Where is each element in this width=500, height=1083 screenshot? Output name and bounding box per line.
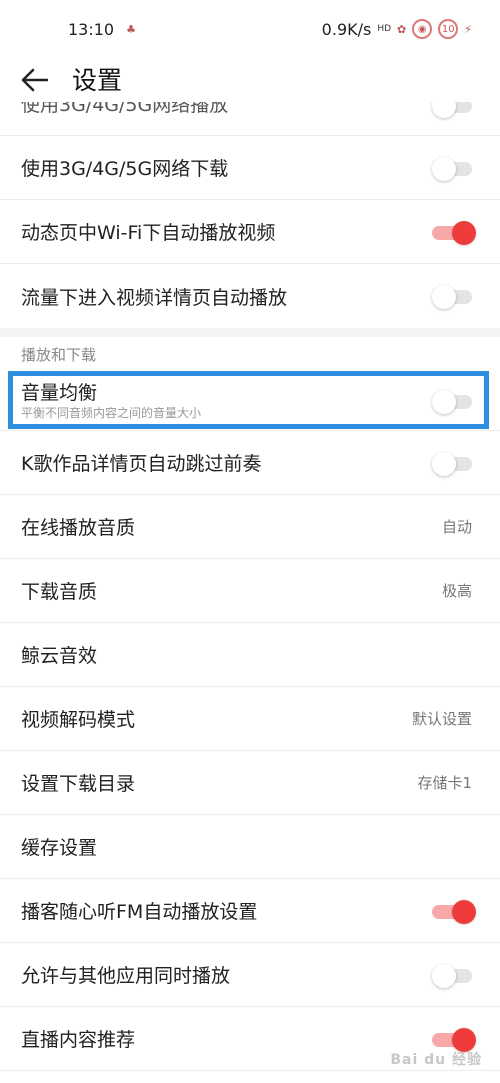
signal-icon: ◉ [412, 19, 433, 39]
setting-row-kge-skip-intro[interactable]: K歌作品详情页自动跳过前奏 [0, 431, 500, 495]
setting-label: 允许与其他应用同时播放 [21, 965, 231, 987]
toggle-network-play[interactable] [432, 102, 472, 118]
setting-label: 鲸云音效 [21, 645, 98, 667]
setting-label: 流量下进入视频详情页自动播放 [21, 286, 288, 309]
toggle-podcast-fm-autoplay[interactable] [432, 899, 476, 924]
setting-row-network-download[interactable]: 使用3G/4G/5G网络下载 [0, 136, 500, 200]
setting-label: 下载音质 [21, 581, 98, 603]
toggle-live-recommend[interactable] [432, 1027, 476, 1052]
section-header-play-download: 播放和下载 [21, 345, 97, 364]
toggle-wifi-autoplay-video[interactable] [432, 220, 476, 245]
setting-row-network-play[interactable]: 使用3G/4G/5G网络播放 [0, 102, 500, 136]
setting-label: 使用3G/4G/5G网络播放 [21, 102, 229, 116]
setting-row-mix-audio[interactable]: 允许与其他应用同时播放 [0, 943, 500, 1007]
toggle-mix-audio[interactable] [432, 963, 472, 988]
setting-row-video-decode[interactable]: 视频解码模式 默认设置 [0, 687, 500, 751]
status-bar: 13:10 ♣ 0.9K/s HD ✿ ◉ 10 ⚡ [0, 0, 500, 58]
setting-label: 设置下载目录 [21, 773, 136, 795]
setting-row-wifi-autoplay-video[interactable]: 动态页中Wi-Fi下自动播放视频 [0, 200, 500, 264]
setting-row-data-autoplay-detail[interactable]: 流量下进入视频详情页自动播放 [0, 264, 500, 328]
setting-value: 自动 [441, 518, 472, 536]
app-header: 设置 [0, 58, 500, 102]
setting-row-podcast-fm-autoplay[interactable]: 播客随心听FM自动播放设置 [0, 879, 500, 943]
setting-label: 视频解码模式 [21, 709, 136, 731]
network-speed: 0.9K/s [321, 19, 372, 39]
status-time: 13:10 [68, 19, 115, 39]
setting-row-online-quality[interactable]: 在线播放音质 自动 [0, 495, 500, 559]
toggle-network-download[interactable] [432, 156, 472, 181]
setting-label: 使用3G/4G/5G网络下载 [21, 158, 229, 180]
setting-row-download-dir[interactable]: 设置下载目录 存储卡1 [0, 751, 500, 815]
toggle-volume-balance[interactable] [432, 390, 472, 414]
toggle-data-autoplay-detail[interactable] [432, 285, 472, 309]
setting-label: 播客随心听FM自动播放设置 [21, 901, 258, 923]
setting-row-sound-effect[interactable]: 鲸云音效 [0, 623, 500, 687]
notification-icon: ♣ [126, 22, 136, 36]
toggle-kge-skip-intro[interactable] [432, 451, 472, 476]
app-notify-icon: ✿ [397, 22, 407, 36]
setting-label: 在线播放音质 [21, 517, 136, 539]
setting-label: 音量均衡 [21, 381, 98, 404]
setting-row-download-quality[interactable]: 下载音质 极高 [0, 559, 500, 623]
setting-label: 动态页中Wi-Fi下自动播放视频 [21, 222, 276, 244]
setting-row-cache[interactable]: 缓存设置 [0, 815, 500, 879]
setting-value: 极高 [441, 582, 472, 600]
setting-label: 直播内容推荐 [21, 1029, 136, 1051]
battery-icon: 10 [438, 19, 459, 39]
page-title: 设置 [72, 66, 123, 95]
setting-row-volume-balance[interactable]: 音量均衡 平衡不同音频内容之间的音量大小 [0, 371, 500, 431]
setting-description: 平衡不同音频内容之间的音量大小 [21, 405, 202, 420]
setting-value: 存储卡1 [417, 774, 472, 792]
charging-icon: ⚡ [464, 22, 472, 36]
section-divider [0, 328, 500, 337]
watermark-logo: Bai du 经验 [390, 1052, 482, 1068]
settings-list[interactable]: 使用3G/4G/5G网络播放 使用3G/4G/5G网络下载 动态页中Wi-Fi下… [0, 102, 500, 1083]
setting-value: 默认设置 [411, 710, 472, 728]
setting-label: K歌作品详情页自动跳过前奏 [21, 453, 262, 475]
setting-label: 缓存设置 [21, 837, 98, 859]
back-arrow-icon[interactable] [20, 62, 52, 98]
hd-indicator: HD [377, 24, 392, 34]
